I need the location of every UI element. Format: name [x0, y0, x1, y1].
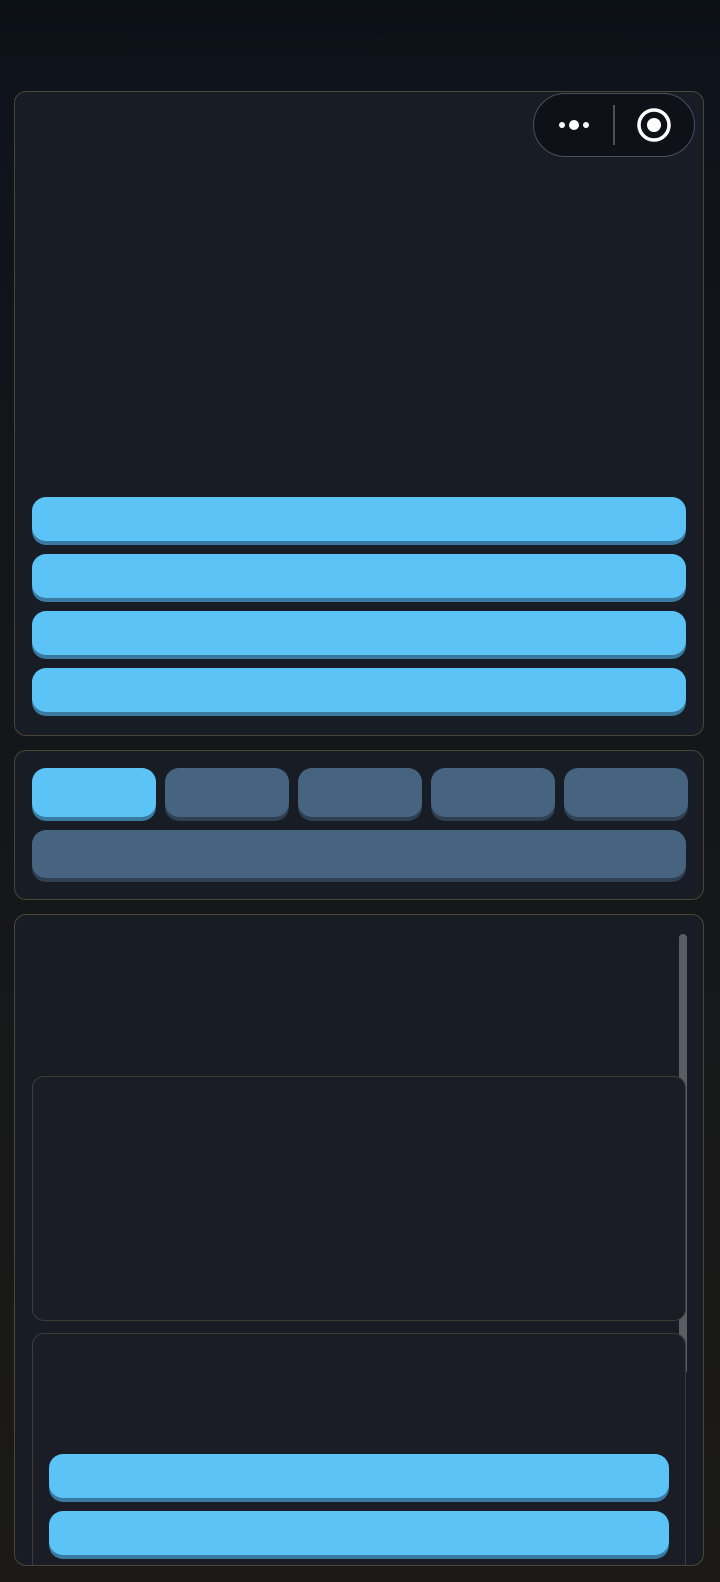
action-button-4[interactable]	[32, 668, 686, 712]
content-card-1	[32, 1076, 686, 1321]
close-button[interactable]	[615, 94, 694, 156]
action-button-3[interactable]	[32, 611, 686, 655]
card-action-button-1[interactable]	[49, 1454, 669, 1498]
menu-capsule	[533, 93, 695, 157]
card-action-button-2[interactable]	[49, 1511, 669, 1555]
action-button-2[interactable]	[32, 554, 686, 598]
tab-1[interactable]	[32, 768, 156, 817]
tab-4[interactable]	[431, 768, 555, 817]
content-panel[interactable]	[14, 914, 704, 1566]
more-button[interactable]	[534, 94, 613, 156]
tab-5[interactable]	[564, 768, 688, 817]
target-circle-icon	[637, 108, 672, 142]
more-dots-icon	[558, 120, 589, 130]
tab-panel	[14, 750, 704, 900]
wide-button[interactable]	[32, 830, 686, 878]
action-button-1[interactable]	[32, 497, 686, 541]
top-panel	[14, 91, 704, 736]
content-card-2	[32, 1333, 686, 1565]
tab-3[interactable]	[298, 768, 422, 817]
tab-2[interactable]	[165, 768, 289, 817]
